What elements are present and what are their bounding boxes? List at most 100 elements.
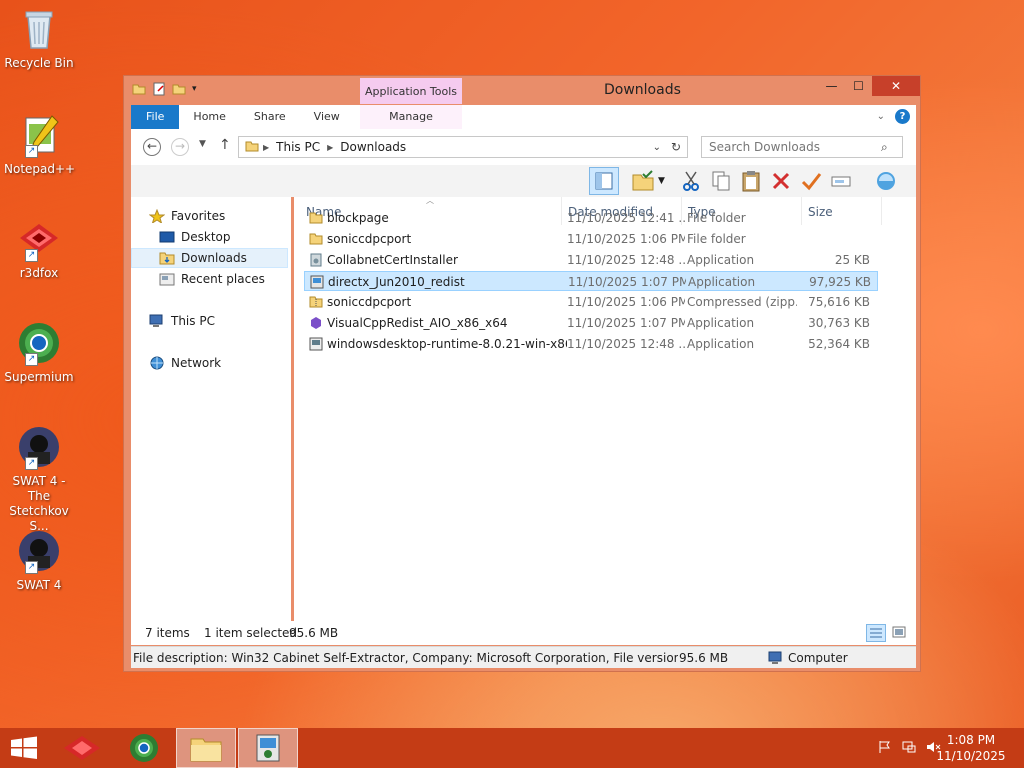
table-row[interactable]: directx_Jun2010_redist 11/10/2025 1:07 PM… [304, 271, 878, 291]
nav-item-recent-places[interactable]: Recent places [159, 269, 316, 289]
desktop-icon-recycle-bin[interactable]: Recycle Bin [4, 6, 74, 71]
start-button[interactable] [0, 728, 48, 768]
nav-item-downloads[interactable]: Downloads [131, 248, 288, 268]
flag-icon[interactable] [878, 740, 892, 757]
properties-icon[interactable] [152, 82, 166, 96]
nav-item-desktop[interactable]: Desktop [159, 227, 316, 247]
rename-icon[interactable] [829, 169, 853, 193]
close-button[interactable]: ✕ [872, 76, 920, 96]
window-title: Downloads [604, 82, 681, 98]
taskbar-installer[interactable] [238, 728, 298, 768]
computer-icon [149, 314, 165, 328]
breadcrumb-downloads[interactable]: Downloads [340, 140, 406, 154]
desktop-icon-supermium[interactable]: ↗ Supermium [4, 320, 74, 385]
desktop-icon-label: r3dfox [19, 266, 59, 280]
table-row[interactable]: CollabnetCertInstaller 11/10/2025 12:48 .… [304, 250, 878, 270]
tab-manage[interactable]: Manage [360, 105, 462, 129]
table-row[interactable]: VisualCppRedist_AIO_x86_x64 11/10/2025 1:… [304, 313, 878, 333]
nav-item-network[interactable]: Network [149, 353, 306, 373]
back-button[interactable]: ← [143, 138, 161, 156]
recycle-bin-icon [16, 6, 62, 52]
minimize-button[interactable]: — [818, 76, 845, 96]
folder-icon [132, 82, 146, 96]
navigation-pane: Favorites Desktop Downloads Recent place… [131, 197, 291, 642]
address-bar[interactable]: ▶ This PC ▶ Downloads ⌄ ↻ [238, 136, 688, 158]
file-date: 11/10/2025 1:07 PM [568, 275, 686, 289]
forward-button[interactable]: → [171, 138, 189, 156]
taskbar: 1:08 PM 11/10/2025 [0, 728, 1024, 768]
file-date: 11/10/2025 1:06 PM [567, 295, 685, 309]
file-icon [309, 316, 323, 330]
folder-check-icon[interactable] [631, 169, 655, 193]
cut-icon[interactable] [679, 169, 703, 193]
new-folder-icon[interactable] [172, 82, 186, 96]
file-type: Application [687, 316, 755, 330]
selection-count: 1 item selected [204, 626, 298, 640]
details-view-icon[interactable] [866, 624, 886, 642]
desktop-icon-swat4-stetchkov[interactable]: ↗ SWAT 4 - The Stetchkov S... [4, 424, 74, 534]
refresh-icon[interactable]: ↻ [671, 140, 681, 154]
file-icon [309, 337, 323, 351]
tab-share[interactable]: Share [240, 105, 300, 129]
address-dropdown-icon[interactable]: ⌄ [653, 142, 661, 153]
desktop-icon-swat4[interactable]: ↗ SWAT 4 [4, 528, 74, 593]
file-icon [309, 211, 323, 225]
desktop-icon-label: SWAT 4 [16, 578, 62, 592]
nav-label: Downloads [181, 251, 247, 265]
file-icon [309, 253, 323, 267]
location-label: Computer [788, 651, 848, 665]
nav-item-this-pc[interactable]: This PC [149, 311, 306, 331]
tab-home[interactable]: Home [179, 105, 239, 129]
table-row[interactable]: windowsdesktop-runtime-8.0.21-win-x86 11/… [304, 334, 878, 354]
nav-item-favorites[interactable]: Favorites [148, 206, 306, 226]
chevron-down-icon[interactable]: ▾ [192, 82, 206, 96]
file-date: 11/10/2025 12:41 ... [567, 211, 685, 225]
file-icon [309, 232, 323, 246]
copy-icon[interactable] [709, 169, 733, 193]
taskbar-supermium[interactable] [114, 728, 174, 768]
explorer-window: ▾ Application Tools Downloads — ☐ ✕ File… [123, 75, 921, 672]
tab-view[interactable]: View [300, 105, 354, 129]
swat4-icon: ↗ [16, 424, 62, 470]
shortcut-arrow-icon: ↗ [25, 353, 38, 366]
table-row[interactable]: blockpage 11/10/2025 12:41 ... File folder [304, 208, 878, 228]
taskbar-file-explorer[interactable] [176, 728, 236, 768]
clock-date: 11/10/2025 [936, 749, 1006, 763]
delete-icon[interactable] [769, 169, 793, 193]
breadcrumb-separator-icon: ▶ [327, 142, 334, 152]
swat4-icon: ↗ [16, 528, 62, 574]
clock-time: 1:08 PM [946, 733, 996, 747]
preview-pane-icon[interactable] [589, 167, 619, 195]
desktop-icon-label: Supermium [4, 370, 74, 384]
chevron-down-icon[interactable]: ⌄ [877, 111, 885, 122]
paste-icon[interactable] [739, 169, 763, 193]
shortcut-arrow-icon: ↗ [25, 249, 38, 262]
shortcut-arrow-icon: ↗ [25, 145, 38, 158]
desktop-icon-notepadpp[interactable]: ↗ Notepad++ [4, 112, 75, 177]
computer-icon [768, 650, 784, 672]
file-type: Compressed (zipp... [687, 295, 797, 309]
table-row[interactable]: soniccdpcport 11/10/2025 1:06 PM Compresse… [304, 292, 878, 312]
recent-locations-button[interactable]: ▼ [199, 139, 206, 149]
options-icon[interactable] [871, 169, 901, 193]
large-icons-view-icon[interactable] [890, 624, 910, 642]
shortcut-arrow-icon: ↗ [25, 561, 38, 574]
tab-file[interactable]: File [131, 105, 180, 129]
file-name: VisualCppRedist_AIO_x86_x64 [327, 316, 508, 330]
clock[interactable]: 1:08 PM 11/10/2025 [936, 732, 1006, 764]
maximize-button[interactable]: ☐ [845, 76, 872, 96]
taskbar-r3dfox[interactable] [52, 728, 112, 768]
file-type: Application [688, 275, 756, 289]
network-tray-icon[interactable] [902, 740, 916, 757]
shortcut-arrow-icon: ↗ [25, 457, 38, 470]
checkmark-icon[interactable] [799, 169, 823, 193]
table-row[interactable]: soniccdpcport 11/10/2025 1:06 PM File fold… [304, 229, 878, 249]
title-bar[interactable]: ▾ Application Tools Downloads — ☐ ✕ [124, 76, 920, 104]
desktop-icon-label: SWAT 4 - The Stetchkov S... [9, 474, 69, 533]
desktop-icon-r3dfox[interactable]: ↗ r3dfox [4, 216, 74, 281]
help-icon[interactable]: ? [895, 109, 910, 124]
file-name: directx_Jun2010_redist [328, 275, 465, 289]
up-button[interactable]: ↑ [219, 137, 231, 153]
search-input[interactable]: Search Downloads [701, 136, 903, 158]
breadcrumb-this-pc[interactable]: This PC [276, 140, 320, 154]
